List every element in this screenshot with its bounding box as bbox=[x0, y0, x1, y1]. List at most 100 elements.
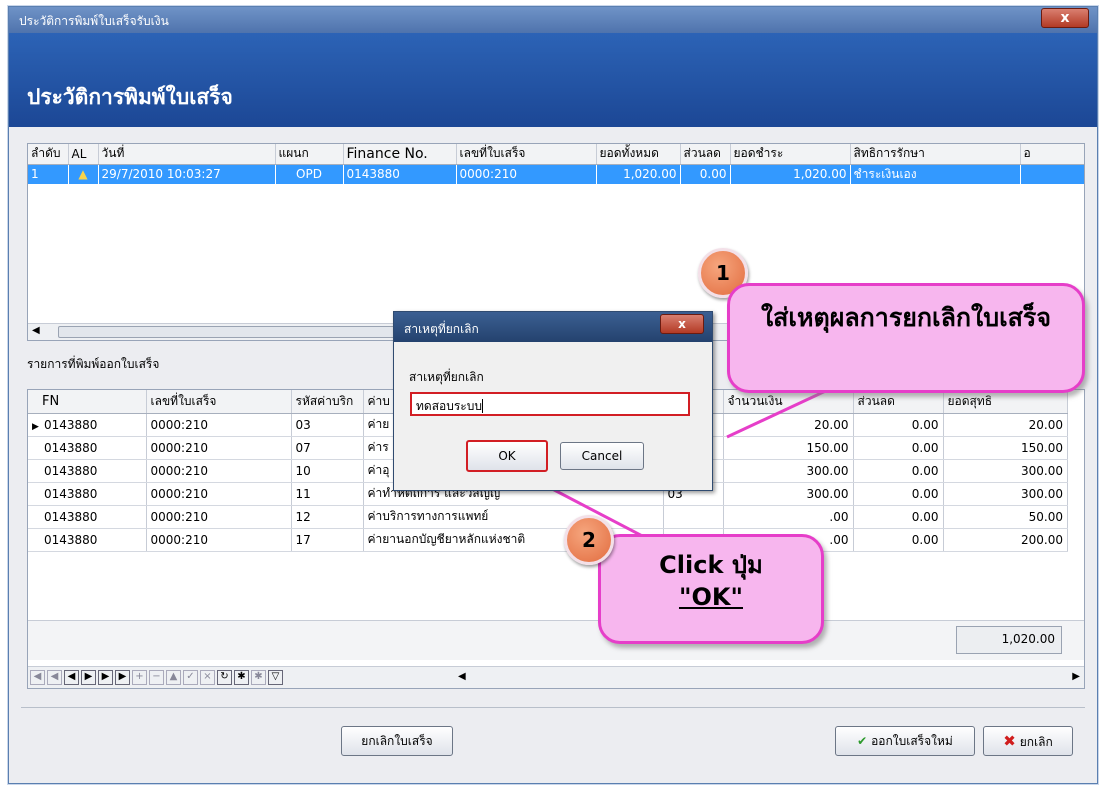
cell: 0000:210 bbox=[456, 164, 597, 184]
grid-navigator: ◀ ◀ ◀ ▶ ▶ ▶ + − ▲ ✓ × ↻ ✱ ✱ ▽ ◀ ▶ bbox=[28, 666, 1084, 688]
cell: 10 bbox=[291, 459, 364, 483]
row-indicator-icon: ▶ bbox=[32, 421, 39, 432]
cell: 17 bbox=[291, 528, 364, 552]
col-header[interactable]: AL bbox=[68, 144, 99, 165]
cell: ▶ 0143880 bbox=[28, 413, 147, 437]
cell: 0000:210 bbox=[146, 505, 292, 529]
cell: 1,020.00 bbox=[596, 164, 681, 184]
cell: OPD bbox=[275, 164, 344, 184]
cell: 150.00 bbox=[723, 436, 854, 460]
cell: 0143880 bbox=[343, 164, 457, 184]
cell: 0.00 bbox=[853, 482, 944, 506]
reason-dialog: สาเหตุที่ยกเลิก x สาเหตุที่ยกเลิก ทดสอบร… bbox=[393, 311, 713, 491]
col-header[interactable]: เลขที่ใบเสร็จ bbox=[146, 390, 292, 414]
cell: 29/7/2010 10:03:27 bbox=[98, 164, 276, 184]
cell: 0143880 bbox=[28, 528, 147, 552]
nav-cancel-icon[interactable]: × bbox=[200, 670, 215, 685]
nav-prev-page-icon[interactable]: ◀ bbox=[47, 670, 62, 685]
nav-bookmark-icon[interactable]: ✱ bbox=[234, 670, 249, 685]
cell: 0.00 bbox=[853, 528, 944, 552]
cell: 0.00 bbox=[853, 436, 944, 460]
cross-icon: ✖ bbox=[1003, 732, 1016, 750]
nav-last-icon[interactable]: ▶ bbox=[115, 670, 130, 685]
step-2-badge: 2 bbox=[564, 515, 614, 565]
grid-header-row: ลำดับ AL วันที่ แผนก Finance No. เลขที่ใ… bbox=[28, 144, 1084, 165]
grand-total: 1,020.00 bbox=[956, 626, 1062, 654]
scroll-left-icon[interactable]: ◀ bbox=[458, 671, 466, 682]
cell: 0000:210 bbox=[146, 459, 292, 483]
scroll-right-icon[interactable]: ▶ bbox=[1072, 671, 1080, 682]
window-title: ประวัติการพิมพ์ใบเสร็จรับเงิน bbox=[19, 14, 169, 28]
col-header[interactable]: อ bbox=[1020, 144, 1084, 165]
annotation-text-1: ใส่เหตุผลการยกเลิกใบเสร็จ bbox=[760, 303, 1052, 332]
cell: 11 bbox=[291, 482, 364, 506]
col-header[interactable]: ส่วนลด bbox=[680, 144, 731, 165]
col-header[interactable]: ยอดชำระ bbox=[730, 144, 851, 165]
col-header[interactable]: รหัสค่าบริก bbox=[291, 390, 364, 414]
cell: 20.00 bbox=[723, 413, 854, 437]
cell: 50.00 bbox=[943, 505, 1068, 529]
nav-refresh-icon[interactable]: ↻ bbox=[217, 670, 232, 685]
col-header[interactable]: ยอดทั้งหมด bbox=[596, 144, 681, 165]
reason-input[interactable]: ทดสอบระบบ bbox=[410, 392, 690, 416]
col-header[interactable]: FN bbox=[28, 390, 147, 414]
col-header[interactable]: เลขที่ใบเสร็จ bbox=[456, 144, 597, 165]
ok-button[interactable]: OK bbox=[466, 440, 548, 472]
cell: 20.00 bbox=[943, 413, 1068, 437]
table-row[interactable]: 1 ▲ 29/7/2010 10:03:27 OPD 0143880 0000:… bbox=[28, 164, 1084, 184]
nav-next-page-icon[interactable]: ▶ bbox=[98, 670, 113, 685]
cell: 0.00 bbox=[853, 413, 944, 437]
cancel-button[interactable]: ✖ ยกเลิก bbox=[983, 726, 1073, 756]
table-row[interactable]: 0143880 0000:210 12 ค่าบริการทางการแพทย์ .00… bbox=[28, 505, 1068, 529]
nav-edit-icon[interactable]: ▲ bbox=[166, 670, 181, 685]
cell: 0000:210 bbox=[146, 482, 292, 506]
cell: 0.00 bbox=[853, 459, 944, 483]
reason-value: ทดสอบระบบ bbox=[416, 399, 482, 413]
col-header[interactable]: Finance No. bbox=[343, 144, 457, 165]
cancel-dialog-button[interactable]: Cancel bbox=[560, 442, 644, 470]
cell: 300.00 bbox=[723, 482, 854, 506]
col-header[interactable]: วันที่ bbox=[98, 144, 276, 165]
cell: 0000:210 bbox=[146, 413, 292, 437]
dialog-title: สาเหตุที่ยกเลิก bbox=[404, 322, 479, 336]
close-icon[interactable]: x bbox=[1041, 8, 1089, 28]
header-banner: ประวัติการพิมพ์ใบเสร็จ bbox=[9, 33, 1097, 127]
col-header[interactable]: ลำดับ bbox=[28, 144, 69, 165]
cell: 0143880 bbox=[28, 459, 147, 483]
cell: 0.00 bbox=[680, 164, 731, 184]
col-header[interactable]: ยอดสุทธิ bbox=[943, 390, 1068, 414]
close-icon[interactable]: x bbox=[660, 314, 704, 334]
check-icon: ✔ bbox=[857, 734, 868, 748]
cell: 0143880 bbox=[28, 482, 147, 506]
cell: 03 bbox=[291, 413, 364, 437]
scroll-left-icon[interactable]: ◀ bbox=[32, 325, 40, 336]
cell: 12 bbox=[291, 505, 364, 529]
cell: .00 bbox=[723, 505, 854, 529]
cell: 0.00 bbox=[853, 505, 944, 529]
cell: 07 bbox=[291, 436, 364, 460]
cell: 150.00 bbox=[943, 436, 1068, 460]
nav-goto-icon[interactable]: ✱ bbox=[251, 670, 266, 685]
col-header[interactable]: แผนก bbox=[275, 144, 344, 165]
col-header[interactable]: สิทธิการรักษา bbox=[850, 144, 1021, 165]
nav-delete-icon[interactable]: − bbox=[149, 670, 164, 685]
nav-prev-icon[interactable]: ◀ bbox=[64, 670, 79, 685]
annotation-bubble-2: Click ปุ่ม "OK" bbox=[598, 534, 824, 644]
cell bbox=[1020, 164, 1084, 184]
col-header[interactable]: ส่วนลด bbox=[853, 390, 944, 414]
nav-insert-icon[interactable]: + bbox=[132, 670, 147, 685]
cell: 300.00 bbox=[943, 482, 1068, 506]
cell: ชำระเงินเอง bbox=[850, 164, 1021, 184]
scroll-thumb[interactable] bbox=[58, 326, 398, 338]
table-row[interactable]: 0143880 0000:210 17 ค่ายานอกบัญชียาหลักแห่ง… bbox=[28, 528, 1068, 552]
book-icon: ▲ bbox=[68, 164, 99, 184]
nav-next-icon[interactable]: ▶ bbox=[81, 670, 96, 685]
nav-first-icon[interactable]: ◀ bbox=[30, 670, 45, 685]
filter-icon[interactable]: ▽ bbox=[268, 670, 283, 685]
nav-post-icon[interactable]: ✓ bbox=[183, 670, 198, 685]
cell: 0143880 bbox=[28, 505, 147, 529]
cell: ค่าบริการทางการแพทย์ bbox=[363, 505, 664, 529]
new-receipt-button[interactable]: ✔ ออกใบเสร็จใหม่ bbox=[835, 726, 975, 756]
col-header[interactable]: จำนวนเงิน bbox=[723, 390, 854, 414]
cancel-receipt-button[interactable]: ยกเลิกใบเสร็จ bbox=[341, 726, 453, 756]
